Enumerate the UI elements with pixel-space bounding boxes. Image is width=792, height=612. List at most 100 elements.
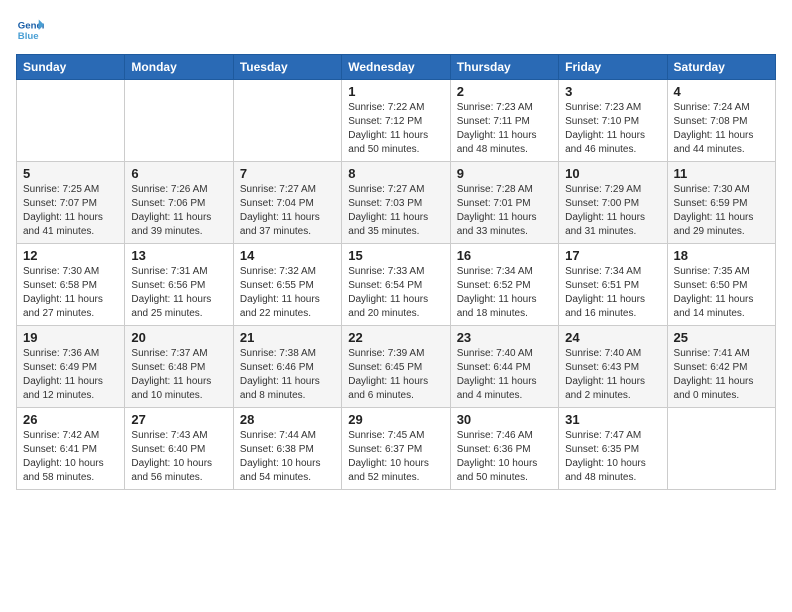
day-info: Sunrise: 7:23 AM Sunset: 7:11 PM Dayligh… — [457, 101, 552, 157]
day-info: Sunrise: 7:25 AM Sunset: 7:07 PM Dayligh… — [23, 183, 118, 239]
calendar-cell: 19 Sunrise: 7:36 AM Sunset: 6:49 PM Dayli… — [17, 326, 125, 408]
calendar-cell: 18 Sunrise: 7:35 AM Sunset: 6:50 PM Dayli… — [667, 244, 775, 326]
day-number: 28 — [240, 412, 335, 427]
day-info: Sunrise: 7:30 AM Sunset: 6:58 PM Dayligh… — [23, 265, 118, 321]
calendar-week-1: 1Sunrise: 7:22 AM Sunset: 7:12 PM Daylig… — [17, 80, 776, 162]
logo-icon: General Blue — [16, 16, 44, 44]
day-info: Sunrise: 7:31 AM Sunset: 6:56 PM Dayligh… — [131, 265, 226, 321]
day-info: Sunrise: 7:35 AM Sunset: 6:50 PM Dayligh… — [674, 265, 769, 321]
calendar-header-friday: Friday — [559, 55, 667, 80]
calendar-week-3: 12 Sunrise: 7:30 AM Sunset: 6:58 PM Dayli… — [17, 244, 776, 326]
calendar-cell: 29 Sunrise: 7:45 AM Sunset: 6:37 PM Dayli… — [342, 408, 450, 490]
calendar-cell — [125, 80, 233, 162]
day-number: 8 — [348, 166, 443, 181]
calendar-cell: 16Sunrise: 7:34 AM Sunset: 6:52 PM Dayli… — [450, 244, 558, 326]
day-number: 16 — [457, 248, 552, 263]
day-number: 27 — [131, 412, 226, 427]
day-number: 14 — [240, 248, 335, 263]
calendar-header-sunday: Sunday — [17, 55, 125, 80]
calendar-cell: 11 Sunrise: 7:30 AM Sunset: 6:59 PM Dayli… — [667, 162, 775, 244]
calendar-header-wednesday: Wednesday — [342, 55, 450, 80]
calendar-cell: 25Sunrise: 7:41 AM Sunset: 6:42 PM Dayli… — [667, 326, 775, 408]
day-number: 5 — [23, 166, 118, 181]
day-info: Sunrise: 7:34 AM Sunset: 6:51 PM Dayligh… — [565, 265, 660, 321]
day-info: Sunrise: 7:27 AM Sunset: 7:04 PM Dayligh… — [240, 183, 335, 239]
day-number: 22 — [348, 330, 443, 345]
day-number: 13 — [131, 248, 226, 263]
day-number: 10 — [565, 166, 660, 181]
day-number: 26 — [23, 412, 118, 427]
day-number: 23 — [457, 330, 552, 345]
calendar-header-thursday: Thursday — [450, 55, 558, 80]
calendar-header-row: SundayMondayTuesdayWednesdayThursdayFrid… — [17, 55, 776, 80]
calendar-header-monday: Monday — [125, 55, 233, 80]
day-number: 3 — [565, 84, 660, 99]
calendar-cell: 1Sunrise: 7:22 AM Sunset: 7:12 PM Daylig… — [342, 80, 450, 162]
calendar-cell: 12 Sunrise: 7:30 AM Sunset: 6:58 PM Dayli… — [17, 244, 125, 326]
calendar-cell: 15 Sunrise: 7:33 AM Sunset: 6:54 PM Dayli… — [342, 244, 450, 326]
day-number: 29 — [348, 412, 443, 427]
calendar-header-tuesday: Tuesday — [233, 55, 341, 80]
calendar-cell: 21 Sunrise: 7:38 AM Sunset: 6:46 PM Dayli… — [233, 326, 341, 408]
calendar-week-2: 5 Sunrise: 7:25 AM Sunset: 7:07 PM Daylig… — [17, 162, 776, 244]
day-info: Sunrise: 7:38 AM Sunset: 6:46 PM Dayligh… — [240, 347, 335, 403]
calendar-cell: 9 Sunrise: 7:28 AM Sunset: 7:01 PM Daylig… — [450, 162, 558, 244]
calendar-cell — [233, 80, 341, 162]
day-number: 6 — [131, 166, 226, 181]
calendar-table: SundayMondayTuesdayWednesdayThursdayFrid… — [16, 54, 776, 490]
day-number: 19 — [23, 330, 118, 345]
day-number: 24 — [565, 330, 660, 345]
calendar-week-5: 26 Sunrise: 7:42 AM Sunset: 6:41 PM Dayli… — [17, 408, 776, 490]
calendar-cell: 4 Sunrise: 7:24 AM Sunset: 7:08 PM Daylig… — [667, 80, 775, 162]
header: General Blue — [16, 16, 776, 44]
day-number: 31 — [565, 412, 660, 427]
svg-text:Blue: Blue — [18, 31, 39, 42]
day-info: Sunrise: 7:27 AM Sunset: 7:03 PM Dayligh… — [348, 183, 443, 239]
calendar-cell: 10 Sunrise: 7:29 AM Sunset: 7:00 PM Dayli… — [559, 162, 667, 244]
day-number: 9 — [457, 166, 552, 181]
day-info: Sunrise: 7:30 AM Sunset: 6:59 PM Dayligh… — [674, 183, 769, 239]
calendar-cell: 23 Sunrise: 7:40 AM Sunset: 6:44 PM Dayli… — [450, 326, 558, 408]
day-info: Sunrise: 7:46 AM Sunset: 6:36 PM Dayligh… — [457, 429, 552, 485]
calendar-cell: 30 Sunrise: 7:46 AM Sunset: 6:36 PM Dayli… — [450, 408, 558, 490]
calendar-cell: 31Sunrise: 7:47 AM Sunset: 6:35 PM Dayli… — [559, 408, 667, 490]
calendar-cell: 13 Sunrise: 7:31 AM Sunset: 6:56 PM Dayli… — [125, 244, 233, 326]
day-info: Sunrise: 7:29 AM Sunset: 7:00 PM Dayligh… — [565, 183, 660, 239]
calendar-cell: 27Sunrise: 7:43 AM Sunset: 6:40 PM Dayli… — [125, 408, 233, 490]
day-info: Sunrise: 7:40 AM Sunset: 6:44 PM Dayligh… — [457, 347, 552, 403]
day-info: Sunrise: 7:37 AM Sunset: 6:48 PM Dayligh… — [131, 347, 226, 403]
day-info: Sunrise: 7:23 AM Sunset: 7:10 PM Dayligh… — [565, 101, 660, 157]
calendar-cell: 2Sunrise: 7:23 AM Sunset: 7:11 PM Daylig… — [450, 80, 558, 162]
calendar-cell — [17, 80, 125, 162]
calendar-cell: 22 Sunrise: 7:39 AM Sunset: 6:45 PM Dayli… — [342, 326, 450, 408]
day-info: Sunrise: 7:24 AM Sunset: 7:08 PM Dayligh… — [674, 101, 769, 157]
calendar-cell: 8 Sunrise: 7:27 AM Sunset: 7:03 PM Daylig… — [342, 162, 450, 244]
day-info: Sunrise: 7:40 AM Sunset: 6:43 PM Dayligh… — [565, 347, 660, 403]
calendar-cell: 17 Sunrise: 7:34 AM Sunset: 6:51 PM Dayli… — [559, 244, 667, 326]
day-number: 12 — [23, 248, 118, 263]
day-info: Sunrise: 7:41 AM Sunset: 6:42 PM Dayligh… — [674, 347, 769, 403]
day-number: 17 — [565, 248, 660, 263]
day-info: Sunrise: 7:45 AM Sunset: 6:37 PM Dayligh… — [348, 429, 443, 485]
day-number: 4 — [674, 84, 769, 99]
calendar-cell: 14Sunrise: 7:32 AM Sunset: 6:55 PM Dayli… — [233, 244, 341, 326]
day-info: Sunrise: 7:28 AM Sunset: 7:01 PM Dayligh… — [457, 183, 552, 239]
calendar-cell: 26 Sunrise: 7:42 AM Sunset: 6:41 PM Dayli… — [17, 408, 125, 490]
day-info: Sunrise: 7:39 AM Sunset: 6:45 PM Dayligh… — [348, 347, 443, 403]
day-info: Sunrise: 7:26 AM Sunset: 7:06 PM Dayligh… — [131, 183, 226, 239]
day-info: Sunrise: 7:36 AM Sunset: 6:49 PM Dayligh… — [23, 347, 118, 403]
day-number: 30 — [457, 412, 552, 427]
day-info: Sunrise: 7:44 AM Sunset: 6:38 PM Dayligh… — [240, 429, 335, 485]
day-info: Sunrise: 7:42 AM Sunset: 6:41 PM Dayligh… — [23, 429, 118, 485]
calendar-cell — [667, 408, 775, 490]
day-number: 15 — [348, 248, 443, 263]
calendar-cell: 3 Sunrise: 7:23 AM Sunset: 7:10 PM Daylig… — [559, 80, 667, 162]
day-number: 21 — [240, 330, 335, 345]
calendar-cell: 5 Sunrise: 7:25 AM Sunset: 7:07 PM Daylig… — [17, 162, 125, 244]
day-number: 7 — [240, 166, 335, 181]
day-number: 11 — [674, 166, 769, 181]
day-number: 18 — [674, 248, 769, 263]
day-info: Sunrise: 7:33 AM Sunset: 6:54 PM Dayligh… — [348, 265, 443, 321]
calendar-cell: 6 Sunrise: 7:26 AM Sunset: 7:06 PM Daylig… — [125, 162, 233, 244]
calendar-cell: 28 Sunrise: 7:44 AM Sunset: 6:38 PM Dayli… — [233, 408, 341, 490]
